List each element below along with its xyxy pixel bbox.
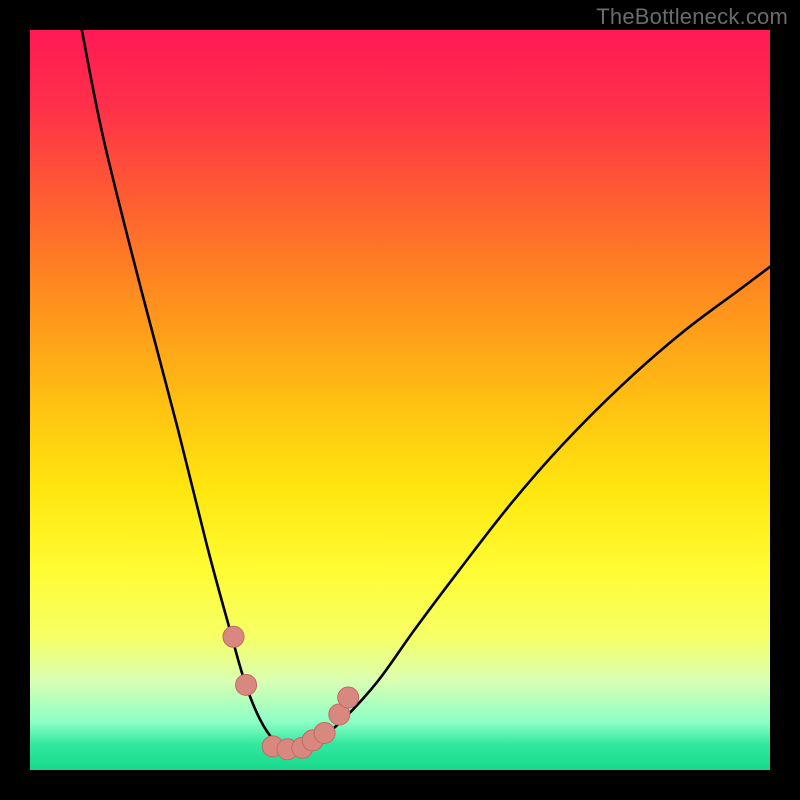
chart-svg bbox=[30, 30, 770, 770]
chart-background bbox=[30, 30, 770, 770]
chart-frame: TheBottleneck.com bbox=[0, 0, 800, 800]
watermark-label: TheBottleneck.com bbox=[596, 4, 788, 30]
highlight-marker bbox=[314, 723, 335, 744]
chart-plot-area bbox=[30, 30, 770, 770]
highlight-marker bbox=[236, 674, 257, 695]
highlight-marker bbox=[338, 687, 359, 708]
highlight-marker bbox=[223, 626, 244, 647]
